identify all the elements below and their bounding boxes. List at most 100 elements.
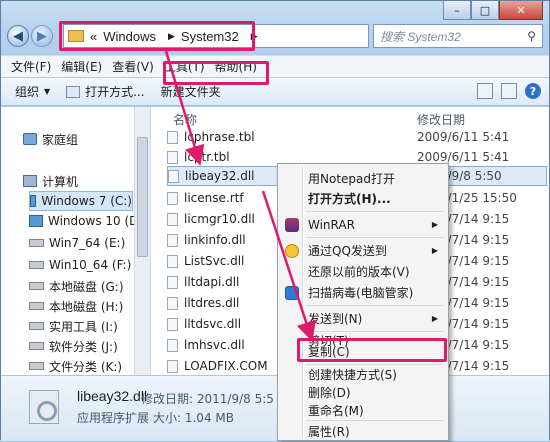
back-arrow-icon: ◀	[13, 28, 23, 44]
file-row[interactable]: lltdapi.dll	[167, 272, 239, 292]
tree-item-homegroup[interactable]: 家庭组	[23, 129, 78, 149]
minimize-button[interactable]: –	[443, 1, 471, 20]
menu-view[interactable]: 查看(V)	[112, 58, 154, 75]
tree-item-drive-i[interactable]: 实用工具 (I:)	[29, 316, 118, 336]
view-options-icon[interactable]	[477, 83, 493, 99]
tree-item-drive-e[interactable]: Win7_64 (E:)	[29, 233, 125, 253]
winrar-icon	[285, 217, 299, 232]
forward-arrow-icon: ▶	[37, 28, 47, 44]
menu-item-label: WinRAR	[308, 217, 355, 232]
status-modified: 修改日期: 2011/9/8 5:5	[141, 392, 274, 406]
close-button[interactable]: ✕	[499, 1, 543, 20]
file-row[interactable]: lmhsvc.dll	[167, 335, 245, 355]
dll-file-icon	[29, 390, 59, 424]
file-name: licmgr10.dll	[184, 212, 255, 226]
search-icon[interactable]: ⚲	[527, 29, 536, 43]
submenu-arrow-icon: ▶	[431, 246, 438, 255]
file-row[interactable]: license.rtf	[167, 188, 244, 208]
menu-item-label: 通过QQ发送到	[308, 244, 387, 258]
shield-icon	[285, 285, 299, 300]
navigation-pane: 家庭组 计算机 Windows 7 (C:) Windows 10 (D:) W…	[1, 107, 151, 375]
file-highlight-box	[163, 61, 269, 85]
file-row[interactable]: LOADFIX.COM	[167, 356, 268, 375]
tree-item-label: Windows 7 (C:)	[41, 194, 132, 208]
tree-item-drive-h[interactable]: 本地磁盘 (H:)	[29, 296, 123, 316]
new-folder-label: 新建文件夹	[160, 85, 221, 99]
column-header-name[interactable]: 名称	[173, 111, 197, 127]
toolbar-right: ?	[477, 83, 541, 99]
menu-item-rename[interactable]: 重命名(M)	[280, 400, 446, 421]
tree-item-label: 家庭组	[42, 132, 79, 147]
file-icon	[167, 275, 178, 289]
menu-item-label: 重命名(M)	[308, 404, 364, 418]
column-header-date[interactable]: 修改日期	[417, 111, 465, 127]
file-row[interactable]: lcphrase.tbl	[167, 127, 255, 147]
menu-file[interactable]: 文件(F)	[11, 58, 51, 75]
tree-item-drive-d[interactable]: Windows 10 (D:)	[29, 211, 147, 231]
computer-icon	[23, 175, 37, 187]
qq-icon	[285, 243, 299, 258]
help-icon[interactable]: ?	[525, 83, 541, 99]
tree-item-drive-g[interactable]: 本地磁盘 (G:)	[29, 276, 124, 296]
drive-icon	[29, 322, 44, 330]
file-icon	[167, 338, 178, 352]
menu-item-send-via-qq[interactable]: 通过QQ发送到 ▶	[280, 240, 446, 261]
tree-item-label: Win7_64 (E:)	[49, 236, 126, 250]
menu-item-open-with[interactable]: 打开方式(H)...	[280, 188, 446, 209]
new-folder-button[interactable]: 新建文件夹	[161, 83, 221, 100]
details-pane: libeay32.dll 修改日期: 2011/9/8 5:5 应用程序扩展 大…	[1, 375, 549, 441]
menu-edit[interactable]: 编辑(E)	[61, 58, 102, 75]
menu-item-label: 打开方式(H)...	[308, 192, 391, 206]
file-name: ListSvc.dll	[184, 254, 245, 268]
status-file-type: 应用程序扩展	[77, 411, 150, 425]
menu-item-restore-versions[interactable]: 还原以前的版本(V)	[280, 261, 446, 282]
back-button[interactable]: ◀	[7, 25, 29, 47]
tree-item-drive-j[interactable]: 软件分类 (J:)	[29, 336, 118, 356]
file-name: LOADFIX.COM	[184, 359, 268, 373]
tree-item-label: Windows 10 (D:)	[48, 214, 148, 228]
file-name: lmhsvc.dll	[184, 338, 245, 352]
tree-item-computer[interactable]: 计算机	[23, 171, 78, 191]
file-icon	[167, 296, 178, 310]
file-name: license.rtf	[184, 191, 244, 205]
tree-item-label: 实用工具 (I:)	[49, 319, 118, 334]
submenu-arrow-icon: ▶	[431, 314, 438, 323]
maximize-button[interactable]: □	[471, 1, 499, 20]
forward-button[interactable]: ▶	[31, 25, 53, 47]
context-menu: 用Notepad打开 打开方式(H)... WinRAR ▶ 通过QQ发送到 ▶…	[277, 163, 449, 441]
menu-item-open-notepad[interactable]: 用Notepad打开	[280, 168, 446, 189]
file-row[interactable]: linkinfo.dll	[167, 230, 246, 250]
menu-item-virus-scan[interactable]: 扫描病毒(电脑管家)	[280, 282, 446, 303]
tree-item-drive-k[interactable]: 文件分类 (K:)	[29, 356, 122, 375]
menu-item-label: 用Notepad打开	[308, 172, 395, 186]
file-row[interactable]: lltdres.dll	[167, 293, 239, 313]
menu-bar: 文件(F) 编辑(E) 查看(V) 工具(T) 帮助(H)	[1, 55, 549, 77]
scrollbar-thumb[interactable]	[137, 137, 148, 257]
drive-icon	[29, 302, 44, 310]
file-icon	[167, 317, 178, 331]
windows-drive-icon	[29, 215, 43, 227]
explorer-window: – □ ✕ ◀ ▶ « Windows ▶ System32 ▶ 搜索 Syst…	[0, 0, 550, 441]
file-row[interactable]: licmgr10.dll	[167, 209, 255, 229]
tree-item-drive-c[interactable]: Windows 7 (C:)	[29, 191, 133, 211]
drive-icon	[29, 282, 44, 290]
open-with-button[interactable]: 打开方式...	[66, 83, 145, 100]
file-row[interactable]: lltdsvc.dll	[167, 314, 241, 334]
menu-item-send-to[interactable]: 发送到(N) ▶	[280, 308, 446, 329]
menu-separator	[306, 305, 444, 306]
file-name: lcphrase.tbl	[184, 130, 255, 144]
tree-item-drive-f[interactable]: Win10_64 (F:)	[29, 255, 131, 275]
windows-drive-icon	[30, 195, 37, 207]
tree-item-label: 计算机	[42, 174, 79, 189]
file-row[interactable]: ListSvc.dll	[167, 251, 244, 271]
search-input[interactable]: 搜索 System32 ⚲	[373, 24, 543, 48]
menu-item-properties[interactable]: 属性(R)	[280, 421, 446, 442]
file-icon	[167, 191, 178, 205]
organize-button[interactable]: 组织 ▼	[15, 83, 50, 100]
nav-pane-scrollbar[interactable]	[134, 107, 150, 375]
menu-item-winrar[interactable]: WinRAR ▶	[280, 214, 446, 235]
preview-pane-icon[interactable]	[501, 83, 517, 99]
organize-label: 组织	[15, 85, 40, 99]
file-row[interactable]: lcptr.tbl	[167, 147, 230, 167]
homegroup-icon	[23, 133, 37, 145]
